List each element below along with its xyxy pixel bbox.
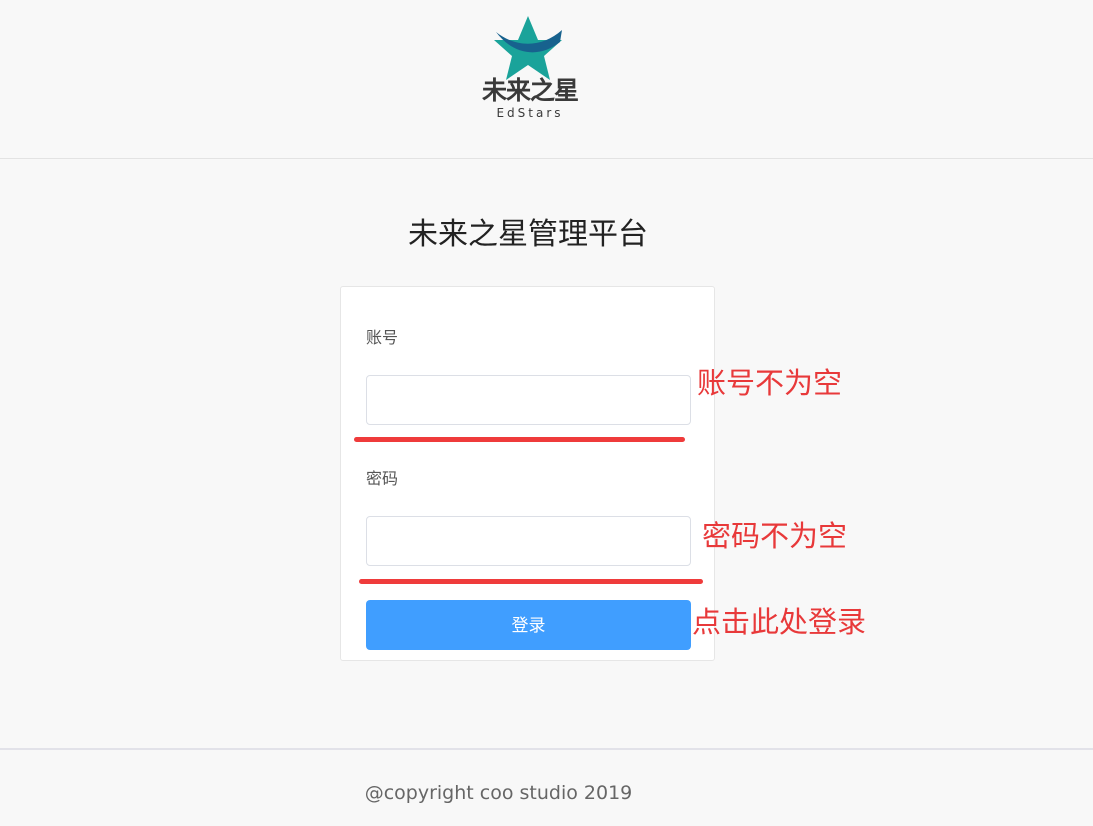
password-underline — [359, 579, 703, 584]
account-label: 账号 — [366, 328, 399, 347]
login-button[interactable]: 登录 — [366, 600, 691, 650]
logo-subtitle: EdStars — [496, 106, 564, 120]
account-input[interactable] — [366, 375, 691, 425]
page-header: 未来之星 EdStars — [0, 0, 1093, 159]
password-input[interactable] — [366, 516, 691, 566]
login-annotation: 点击此处登录 — [692, 605, 867, 639]
copyright-text: @copyright coo studio 2019 — [364, 782, 633, 804]
star-logo-icon — [494, 16, 562, 80]
account-underline — [354, 437, 685, 442]
page-title: 未来之星管理平台 — [408, 217, 648, 252]
account-annotation: 账号不为空 — [697, 366, 843, 400]
password-annotation: 密码不为空 — [702, 519, 848, 553]
password-label: 密码 — [366, 469, 399, 488]
logo-name: 未来之星 — [481, 76, 579, 105]
